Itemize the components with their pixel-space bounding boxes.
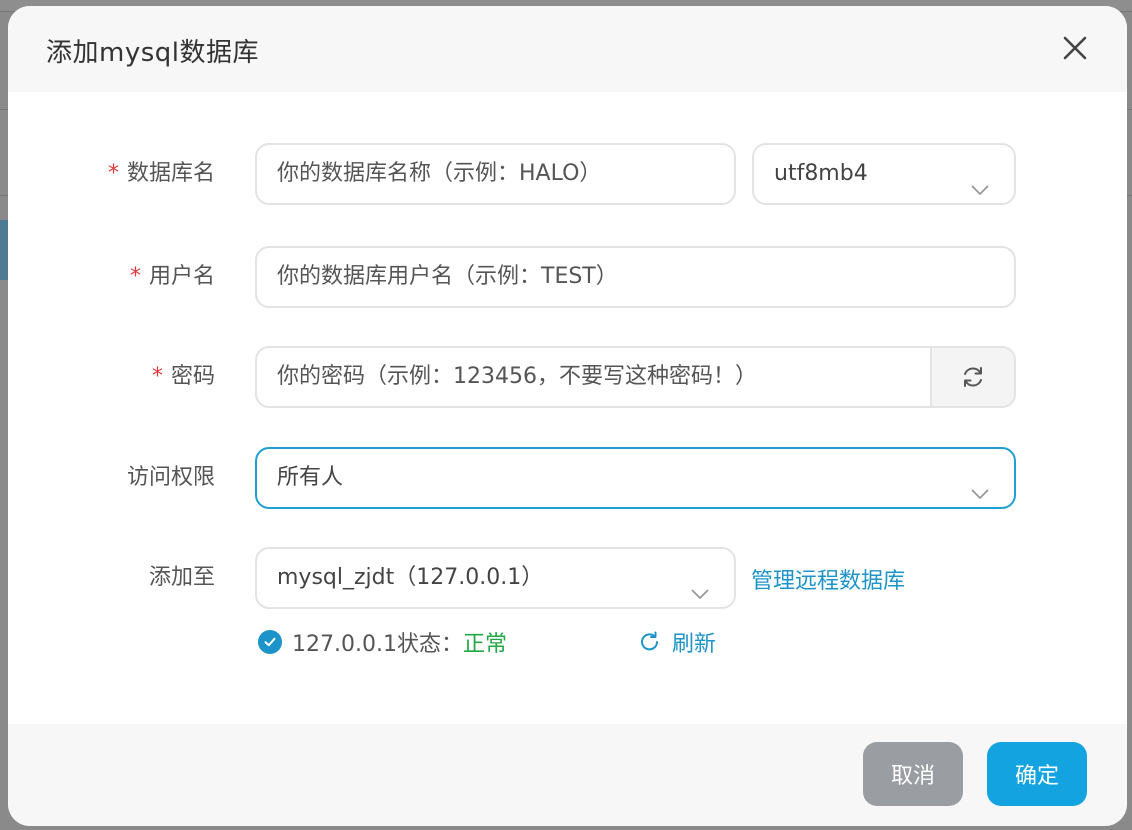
username-input[interactable]: 你的数据库用户名（示例：TEST） (255, 246, 1016, 308)
db-name-label: * 数据库名 (107, 161, 215, 186)
refresh-status-link[interactable]: 刷新 (638, 626, 716, 658)
db-name-input[interactable]: 你的数据库名称（示例：HALO） (255, 143, 736, 205)
required-mark: * (151, 364, 163, 389)
add-to-row: 添加至 mysql_zjdt（127.0.0.1） 管理远程数据库 (8, 547, 1127, 609)
close-icon (1063, 36, 1087, 60)
check-circle-icon (258, 630, 282, 654)
refresh-icon (964, 367, 982, 387)
access-row: 访问权限 所有人 (8, 447, 1127, 509)
password-placeholder: 你的密码（示例：123456，不要写这种密码！） (277, 364, 757, 389)
access-value: 所有人 (277, 465, 344, 490)
manage-remote-db-link[interactable]: 管理远程数据库 (751, 563, 905, 595)
username-label: * 用户名 (129, 264, 215, 289)
username-row: * 用户名 你的数据库用户名（示例：TEST） (8, 246, 1127, 308)
chevron-down-icon (970, 165, 990, 196)
close-button[interactable] (1059, 32, 1091, 64)
required-mark: * (129, 264, 141, 289)
background-strip (0, 220, 8, 280)
db-name-row: * 数据库名 你的数据库名称（示例：HALO） utf8mb4 (8, 143, 1127, 205)
chevron-down-icon (970, 469, 990, 500)
access-select[interactable]: 所有人 (255, 447, 1016, 509)
refresh-icon (641, 631, 658, 651)
add-to-label: 添加至 (148, 565, 215, 590)
username-placeholder: 你的数据库用户名（示例：TEST） (277, 264, 618, 289)
db-name-placeholder: 你的数据库名称（示例：HALO） (277, 161, 602, 186)
chevron-down-icon (690, 569, 710, 600)
server-select[interactable]: mysql_zjdt（127.0.0.1） (255, 547, 736, 609)
cancel-button[interactable]: 取消 (863, 742, 963, 806)
access-label: 访问权限 (126, 465, 215, 490)
generate-password-button[interactable] (930, 348, 1014, 406)
charset-value: utf8mb4 (774, 161, 868, 186)
status-value: 正常 (462, 632, 507, 657)
required-mark: * (107, 161, 119, 186)
server-value: mysql_zjdt（127.0.0.1） (277, 565, 544, 590)
password-row: * 密码 你的密码（示例：123456，不要写这种密码！） (8, 346, 1127, 408)
charset-select[interactable]: utf8mb4 (752, 143, 1016, 205)
add-database-dialog: 添加mysql数据库 * 数据库名 你的数据库名称（示例：HALO） utf8mb… (8, 6, 1127, 826)
refresh-label: 刷新 (672, 632, 717, 657)
status-prefix: 127.0.0.1状态： (292, 632, 463, 657)
server-status: 127.0.0.1状态： 正常 (258, 626, 507, 658)
confirm-button[interactable]: 确定 (987, 742, 1087, 806)
password-label: * 密码 (151, 364, 215, 389)
dialog-title: 添加mysql数据库 (46, 38, 259, 68)
password-input[interactable]: 你的密码（示例：123456，不要写这种密码！） (255, 346, 1016, 408)
dialog-header: 添加mysql数据库 (8, 6, 1127, 92)
